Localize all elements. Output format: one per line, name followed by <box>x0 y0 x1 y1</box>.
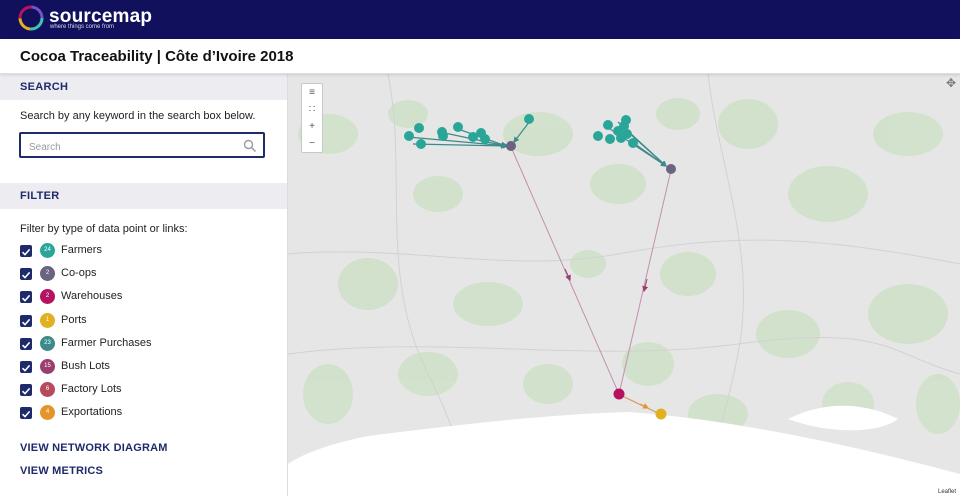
farmer-marker[interactable] <box>416 139 426 149</box>
search-header-label: SEARCH <box>20 81 69 93</box>
filter-checkbox[interactable] <box>20 291 32 304</box>
check-icon <box>21 388 31 395</box>
filter-item-exportations[interactable]: 4 Exportations <box>20 404 270 422</box>
filter-label: Warehouses <box>61 290 123 303</box>
brand-tagline: where things come from <box>50 24 115 30</box>
filter-label: Bush Lots <box>61 360 110 372</box>
check-icon <box>21 364 31 372</box>
filter-checkbox[interactable] <box>20 245 32 257</box>
search-hint: Search by any keyword in the search box … <box>20 110 256 122</box>
purchase-link <box>634 143 667 167</box>
filter-checkbox[interactable] <box>20 384 32 397</box>
filter-checkbox[interactable] <box>20 361 32 373</box>
filter-label: Farmers <box>61 244 102 256</box>
cluster-toggle-button[interactable]: ∷ <box>302 101 322 118</box>
farmer-marker[interactable] <box>622 129 632 139</box>
coop-marker[interactable] <box>506 141 516 151</box>
farmer-marker[interactable] <box>628 138 638 148</box>
search-icon[interactable] <box>243 139 257 153</box>
filter-label: Farmer Purchases <box>61 336 152 349</box>
check-icon <box>21 295 31 303</box>
filter-checkbox[interactable] <box>20 407 32 420</box>
check-icon <box>21 341 31 349</box>
sourcemap-logo-icon[interactable] <box>18 5 44 31</box>
layers-menu-button[interactable]: ≡ <box>302 84 322 101</box>
farmer-marker[interactable] <box>480 134 490 144</box>
lagoon <box>788 405 898 431</box>
filter-count-badge: 15 <box>40 359 55 374</box>
filter-count-badge: 23 <box>40 335 55 351</box>
warehouse-marker[interactable] <box>613 388 625 400</box>
search-section-header: SEARCH <box>0 74 287 100</box>
map-control-panel: ≡ ∷ + − <box>301 83 323 153</box>
filter-item-farmer-purchases[interactable]: 23 Farmer Purchases <box>20 335 270 353</box>
fullscreen-expand-icon[interactable]: ✥ <box>946 76 956 90</box>
filter-count-badge: 6 <box>40 382 55 398</box>
farmer-marker[interactable] <box>605 134 615 144</box>
farmer-marker[interactable] <box>524 114 534 124</box>
filter-checkbox[interactable] <box>20 268 32 281</box>
filter-section-header: FILTER <box>0 183 287 209</box>
filter-header-label: FILTER <box>20 190 60 202</box>
port-marker[interactable] <box>655 408 667 420</box>
filter-item-warehouses[interactable]: 2 Warehouses <box>20 288 270 306</box>
top-navbar: sourcemap where things come from <box>0 0 960 39</box>
filter-item-ports[interactable]: 1 Ports <box>20 312 270 330</box>
check-icon <box>21 248 31 256</box>
export-arrow <box>639 403 650 409</box>
filter-label: Co-ops <box>61 267 97 280</box>
map-view[interactable]: ≡ ∷ + − ✥ Leaflet <box>288 74 960 496</box>
filter-label: Factory Lots <box>61 383 122 396</box>
filter-count-badge: 2 <box>40 266 55 282</box>
title-bar: Cocoa Traceability | Côte d’Ivoire 2018 <box>0 39 960 74</box>
page-title: Cocoa Traceability | Côte d’Ivoire 2018 <box>20 48 294 65</box>
farmer-marker[interactable] <box>438 131 448 141</box>
farmer-marker[interactable] <box>621 115 631 125</box>
search-input[interactable] <box>27 138 241 156</box>
zoom-in-button[interactable]: + <box>302 118 322 135</box>
filter-item-bush-lots[interactable]: 15 Bush Lots <box>20 358 270 376</box>
forest-areas <box>298 98 960 434</box>
filter-label: Exportations <box>61 406 123 419</box>
sidebar: SEARCH Search by any keyword in the sear… <box>0 74 288 496</box>
map-canvas[interactable] <box>288 74 960 496</box>
filter-item-co-ops[interactable]: 2 Co-ops <box>20 265 270 283</box>
filter-label: Ports <box>61 313 87 326</box>
filter-checkbox[interactable] <box>20 337 32 350</box>
farmer-marker[interactable] <box>603 120 613 130</box>
filter-item-farmers[interactable]: 24 Farmers <box>20 242 270 260</box>
check-icon <box>21 411 31 419</box>
filter-count-badge: 4 <box>40 405 55 421</box>
check-icon <box>21 318 31 326</box>
zoom-out-button[interactable]: − <box>302 135 322 152</box>
farmer-marker[interactable] <box>414 123 424 133</box>
check-icon <box>21 272 31 279</box>
farmer-marker[interactable] <box>404 131 414 141</box>
filter-item-factory-lots[interactable]: 6 Factory Lots <box>20 381 270 399</box>
purchase-link <box>627 131 667 167</box>
filter-count-badge: 2 <box>40 289 55 305</box>
filter-count-badge: 24 <box>40 243 55 258</box>
filter-hint: Filter by type of data point or links: <box>20 223 188 235</box>
farmer-marker[interactable] <box>593 131 603 141</box>
filter-checkbox[interactable] <box>20 314 32 327</box>
bush-lot-arrow <box>564 268 571 282</box>
filter-count-badge: 1 <box>40 312 55 328</box>
view-metrics-link[interactable]: VIEW METRICS <box>20 465 103 477</box>
farmer-marker[interactable] <box>453 122 463 132</box>
map-attribution[interactable]: Leaflet <box>935 489 958 495</box>
search-box[interactable] <box>19 132 265 158</box>
view-network-diagram-link[interactable]: VIEW NETWORK DIAGRAM <box>20 442 168 454</box>
coop-marker[interactable] <box>666 164 676 174</box>
